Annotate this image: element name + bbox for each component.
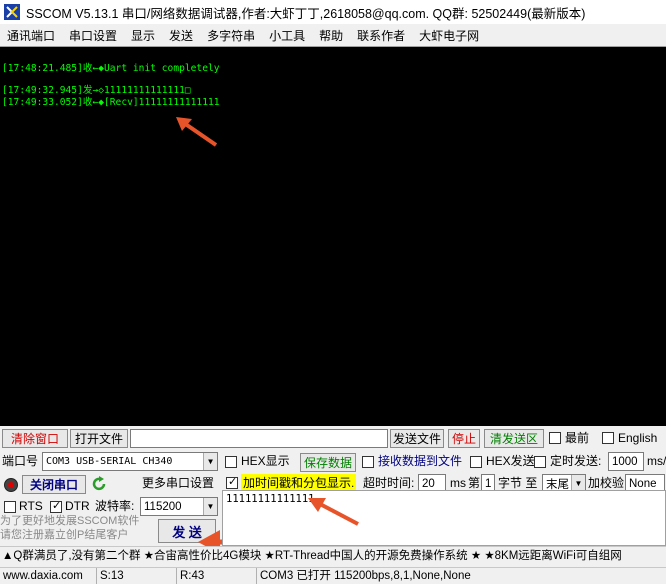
menu-help[interactable]: 帮助 <box>312 27 350 44</box>
menu-multi-string[interactable]: 多字符串 <box>200 27 262 44</box>
english-checkbox[interactable] <box>602 432 614 444</box>
clear-window-button[interactable]: 清除窗口 <box>2 429 68 448</box>
interval-input[interactable]: 1000 <box>608 452 644 471</box>
log-line: [17:49:32.945]发→◇11111111111111□ <box>2 85 191 96</box>
more-settings-link[interactable]: 更多串口设置 <box>142 474 214 493</box>
log-line: [17:48:21.485]收←◆Uart init completely <box>2 63 220 74</box>
menu-tools[interactable]: 小工具 <box>262 27 312 44</box>
chevron-down-icon: ▼ <box>203 498 217 515</box>
stop-button[interactable]: 停止 <box>448 429 480 448</box>
hex-send-checkbox[interactable] <box>470 456 482 468</box>
hex-send-label: HEX发送 <box>486 454 535 468</box>
port-label: 端口号 <box>2 454 39 468</box>
port-status-indicator <box>4 478 18 492</box>
port-select-value: COM3 USB-SERIAL CH340 <box>46 456 173 467</box>
port-select[interactable]: COM3 USB-SERIAL CH340 ▼ <box>42 452 218 471</box>
receive-terminal[interactable]: [17:48:21.485]收←◆Uart init completely [1… <box>0 46 666 426</box>
file-toolbar: 清除窗口 打开文件 发送文件 停止 清发送区 最前 English <box>0 428 666 450</box>
refresh-icon[interactable] <box>91 476 107 492</box>
annotation-arrow <box>308 498 359 526</box>
timed-send-label: 定时发送: <box>550 454 602 468</box>
clear-send-button[interactable]: 清发送区 <box>484 429 544 448</box>
status-sent-count: S:13 <box>96 568 124 584</box>
baud-select-value: 115200 <box>144 500 182 513</box>
window-title: SSCOM V5.13.1 串口/网络数据调试器,作者:大虾丁丁,2618058… <box>26 6 586 21</box>
timed-send-checkbox[interactable] <box>534 456 546 468</box>
hex-display-checkbox[interactable] <box>225 456 237 468</box>
recv-to-file-label: 接收数据到文件 <box>378 454 463 468</box>
menu-daxia-site[interactable]: 大虾电子网 <box>412 27 486 44</box>
menu-contact-author[interactable]: 联系作者 <box>350 27 412 44</box>
ad-marquee[interactable]: ▲Q群满员了,没有第二个群 ★合宙高性价比4G模块 ★RT-Thread中国人的… <box>0 546 666 566</box>
log-line: [17:49:33.052]收←◆[Recv]11111111111111 <box>2 97 220 108</box>
menu-bar: 通讯端口 串口设置 显示 发送 多字符串 小工具 帮助 联系作者 大虾电子网 <box>0 24 666 46</box>
menu-serial-settings[interactable]: 串口设置 <box>62 27 124 44</box>
open-file-button[interactable]: 打开文件 <box>70 429 128 448</box>
rts-checkbox[interactable] <box>4 501 16 513</box>
recv-to-file-checkbox[interactable] <box>362 456 374 468</box>
status-website[interactable]: www.daxia.com <box>0 568 83 584</box>
promo-line-2: 请您注册嘉立创P结尾客户 <box>0 529 129 541</box>
topmost-label: 最前 <box>565 431 590 445</box>
topmost-checkbox[interactable] <box>549 432 561 444</box>
save-data-button[interactable]: 保存数据 <box>300 453 356 472</box>
status-port-info: COM3 已打开 115200bps,8,1,None,None <box>256 568 471 584</box>
annotation-arrow <box>176 117 218 147</box>
hex-display-label: HEX显示 <box>241 454 290 468</box>
menu-display[interactable]: 显示 <box>124 27 162 44</box>
chevron-down-icon: ▼ <box>203 453 217 470</box>
title-bar: SSCOM V5.13.1 串口/网络数据调试器,作者:大虾丁丁,2618058… <box>0 0 666 24</box>
english-label: English <box>618 431 658 445</box>
menu-send[interactable]: 发送 <box>162 27 200 44</box>
app-icon <box>4 4 20 20</box>
send-file-button[interactable]: 发送文件 <box>390 429 444 448</box>
baud-select[interactable]: 115200 ▼ <box>140 497 218 516</box>
file-path-input[interactable] <box>130 429 388 448</box>
timestamp-checkbox[interactable] <box>226 475 238 489</box>
interval-unit: ms/ <box>647 454 666 468</box>
send-textarea[interactable]: 11111111111111 <box>222 490 666 546</box>
menu-comm-port[interactable]: 通讯端口 <box>0 27 62 44</box>
close-port-button[interactable]: 关闭串口 <box>22 475 86 494</box>
status-received-count: R:43 <box>176 568 204 584</box>
promo-line-1: 为了更好地发展SSCOM软件 <box>0 515 140 527</box>
dtr-checkbox[interactable] <box>50 499 62 513</box>
status-bar: www.daxia.com S:13 R:43 COM3 已打开 115200b… <box>0 567 666 584</box>
